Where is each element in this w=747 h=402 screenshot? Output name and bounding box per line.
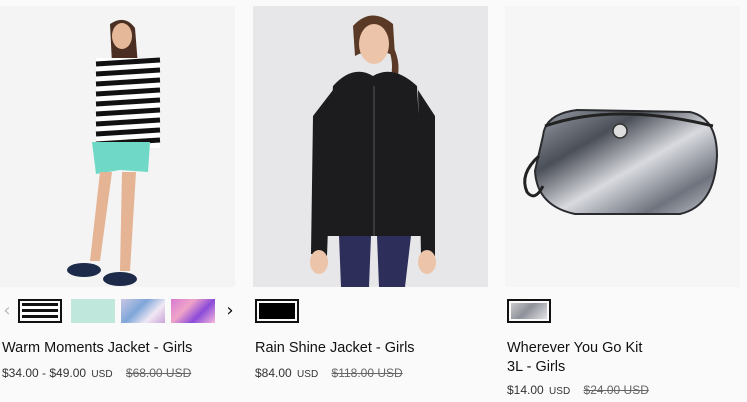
product-price: $34.00 - $49.00 USD $68.00 USD — [2, 366, 191, 380]
product-name[interactable]: Rain Shine Jacket - Girls — [255, 339, 485, 358]
product-price: $14.00 USD $24.00 USD — [507, 383, 649, 397]
sale-price: $14.00 — [507, 383, 544, 397]
sale-price: $34.00 - $49.00 — [2, 366, 87, 380]
product-name-line-2: 3L - Girls — [507, 359, 566, 375]
swatch-grey-print[interactable] — [507, 299, 551, 323]
product-name[interactable]: Warm Moments Jacket - Girls — [2, 339, 232, 358]
product-image[interactable] — [505, 6, 740, 287]
swatch-mint[interactable] — [71, 299, 115, 323]
product-card[interactable]: Wherever You Go Kit 3L - Girls $14.00 US… — [505, 0, 745, 397]
swatch-lavender-print[interactable] — [121, 299, 165, 323]
sale-price: $84.00 — [255, 366, 292, 380]
color-swatches — [253, 298, 493, 326]
product-image[interactable] — [0, 6, 235, 287]
swatch-pink-print[interactable] — [171, 299, 215, 323]
product-name[interactable]: Wherever You Go Kit 3L - Girls — [507, 339, 737, 377]
original-price: $68.00 USD — [125, 366, 192, 380]
product-card[interactable]: ‹ › Warm Moments Jacket - Girls $34.00 -… — [0, 0, 240, 380]
color-swatches: ‹ › — [0, 298, 240, 326]
original-price: $24.00 USD — [583, 383, 649, 397]
swatch-black[interactable] — [255, 299, 299, 323]
product-card[interactable]: Rain Shine Jacket - Girls $84.00 USD $11… — [253, 0, 493, 380]
chevron-right-icon[interactable]: › — [224, 300, 236, 322]
chevron-left-icon[interactable]: ‹ — [1, 300, 13, 322]
product-image[interactable] — [253, 6, 488, 287]
swatch-black-stripe[interactable] — [18, 299, 62, 323]
product-name-line-1: Wherever You Go Kit — [507, 340, 643, 356]
currency: USD — [549, 386, 571, 397]
original-price: $118.00 USD — [331, 366, 403, 380]
currency: USD — [297, 369, 319, 380]
product-price: $84.00 USD $118.00 USD — [255, 366, 403, 380]
color-swatches — [505, 298, 745, 326]
currency: USD — [91, 369, 113, 380]
